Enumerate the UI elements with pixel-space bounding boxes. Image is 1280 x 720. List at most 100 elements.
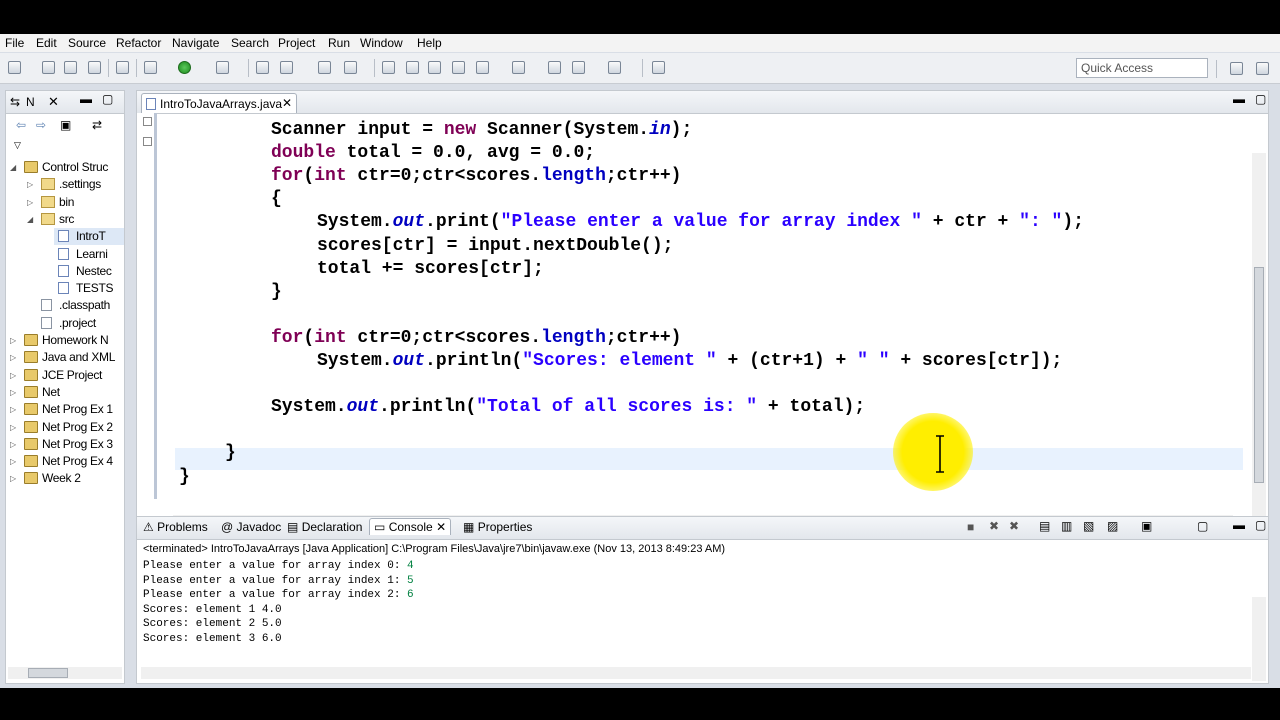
tree-item[interactable]: ▷ bin <box>27 194 124 211</box>
search-icon[interactable] <box>406 61 419 74</box>
show-whitespace-icon[interactable] <box>452 61 465 74</box>
close-icon[interactable]: ✕ <box>436 520 446 534</box>
tree-item[interactable]: IntroT <box>54 228 124 246</box>
debug-icon[interactable] <box>144 61 157 74</box>
collapsed-twistie-icon[interactable]: ▷ <box>10 332 20 349</box>
collapsed-twistie-icon[interactable]: ▷ <box>10 367 20 384</box>
menu-window[interactable]: Window <box>360 36 403 50</box>
tree-item[interactable]: ◢ src <box>27 211 124 228</box>
menu-run[interactable]: Run <box>328 36 350 50</box>
save-icon[interactable] <box>42 61 55 74</box>
menu-navigate[interactable]: Navigate <box>172 36 219 50</box>
run-icon[interactable] <box>178 61 191 74</box>
expanded-twistie-icon[interactable]: ◢ <box>10 159 20 176</box>
tree-item[interactable]: ◢ Control Struc <box>10 159 124 176</box>
tree-item[interactable]: ▷ Net Prog Ex 2 <box>10 419 124 436</box>
external-tools-icon[interactable] <box>216 61 229 74</box>
maximize-icon[interactable]: ▢ <box>1255 518 1266 532</box>
tree-item[interactable]: ▷ JCE Project <box>10 367 124 384</box>
new-class-icon[interactable] <box>318 61 331 74</box>
tree-item[interactable]: ▷ Homework N <box>10 332 124 349</box>
tree-item[interactable]: .project <box>37 315 124 332</box>
package-explorer-tab[interactable]: N <box>26 95 35 109</box>
skip-breakpoints-icon[interactable] <box>116 61 129 74</box>
tree-item[interactable]: ▷ Net Prog Ex 1 <box>10 401 124 418</box>
java-perspective-icon[interactable] <box>1256 62 1269 75</box>
tree-item[interactable]: Nestec <box>54 263 124 280</box>
clear-console-icon[interactable]: ▤ <box>1039 519 1050 533</box>
collapsed-twistie-icon[interactable]: ▷ <box>10 470 20 487</box>
editor-vscroll[interactable] <box>1252 153 1266 517</box>
tree-item[interactable]: ▷ .settings <box>27 176 124 193</box>
minimize-icon[interactable]: ▬ <box>1233 518 1245 532</box>
editor-tab[interactable]: IntroToJavaArrays.java ✕ <box>141 93 297 113</box>
back-icon[interactable] <box>572 61 585 74</box>
pin-editor-icon[interactable] <box>652 61 665 74</box>
console-vscroll[interactable] <box>1252 597 1266 681</box>
tree-item[interactable]: Learni <box>54 246 124 263</box>
last-edit-icon[interactable] <box>548 61 561 74</box>
collapse-all-icon[interactable]: ▣ <box>60 118 71 132</box>
terminate-icon[interactable]: ■ <box>967 520 974 534</box>
expanded-twistie-icon[interactable]: ◢ <box>27 211 37 228</box>
editor-vscroll-thumb[interactable] <box>1254 267 1264 483</box>
tab-console[interactable]: ▭ Console ✕ <box>369 518 452 535</box>
new-icon[interactable] <box>8 61 21 74</box>
collapsed-twistie-icon[interactable]: ▷ <box>10 384 20 401</box>
collapsed-twistie-icon[interactable]: ▷ <box>10 436 20 453</box>
open-perspective-icon[interactable] <box>1230 62 1243 75</box>
console-hscroll[interactable] <box>141 667 1251 679</box>
toggle-mark-icon[interactable] <box>428 61 441 74</box>
tree-item[interactable]: ▷ Net <box>10 384 124 401</box>
forward-icon[interactable]: ⇨ <box>36 118 46 132</box>
menu-project[interactable]: Project <box>278 36 315 50</box>
display-console-icon[interactable]: ▣ <box>1141 519 1152 533</box>
scroll-lock-icon[interactable]: ▥ <box>1061 519 1072 533</box>
menu-help[interactable]: Help <box>417 36 442 50</box>
pin-console-icon[interactable]: ▨ <box>1107 519 1118 533</box>
tab-properties[interactable]: ▦ Properties <box>463 520 532 534</box>
collapsed-twistie-icon[interactable]: ▷ <box>10 349 20 366</box>
close-tab-icon[interactable]: ✕ <box>282 96 292 110</box>
minimize-icon[interactable]: ▬ <box>80 92 92 106</box>
collapsed-twistie-icon[interactable]: ▷ <box>10 419 20 436</box>
minimize-icon[interactable]: ▬ <box>1233 92 1245 106</box>
tab-problems[interactable]: ⚠ Problems <box>143 520 208 534</box>
open-type-icon[interactable] <box>344 61 357 74</box>
new-java-project-icon[interactable] <box>256 61 269 74</box>
console-output[interactable]: Please enter a value for array index 0: … <box>143 559 414 647</box>
maximize-icon[interactable]: ▢ <box>102 92 113 106</box>
menu-file[interactable]: File <box>5 36 24 50</box>
menu-search[interactable]: Search <box>231 36 269 50</box>
new-package-icon[interactable] <box>280 61 293 74</box>
close-icon[interactable]: ✕ <box>48 94 59 110</box>
tree-item[interactable]: ▷ Java and XML <box>10 349 124 366</box>
menu-source[interactable]: Source <box>68 36 106 50</box>
tree-item[interactable]: ▷ Week 2 <box>10 470 124 487</box>
menu-edit[interactable]: Edit <box>36 36 57 50</box>
quick-access-input[interactable]: Quick Access <box>1076 58 1208 78</box>
open-task-icon[interactable] <box>382 61 395 74</box>
tree-hscroll[interactable] <box>8 667 122 679</box>
collapsed-twistie-icon[interactable]: ▷ <box>10 401 20 418</box>
print-icon[interactable] <box>88 61 101 74</box>
next-annotation-icon[interactable] <box>476 61 489 74</box>
tab-javadoc[interactable]: @ Javadoc <box>221 520 281 534</box>
view-menu-icon[interactable]: ▽ <box>14 140 21 151</box>
menu-refactor[interactable]: Refactor <box>116 36 161 50</box>
remove-launch-icon[interactable]: ✖ <box>989 519 999 533</box>
open-console-icon[interactable]: ▢ <box>1197 519 1208 533</box>
back-icon[interactable]: ⇦ <box>16 118 26 132</box>
tree-item[interactable]: ▷ Net Prog Ex 3 <box>10 436 124 453</box>
prev-annotation-icon[interactable] <box>512 61 525 74</box>
tree-item[interactable]: ▷ Net Prog Ex 4 <box>10 453 124 470</box>
remove-all-icon[interactable]: ✖ <box>1009 519 1019 533</box>
link-editor-icon[interactable]: ⇄ <box>92 118 102 132</box>
tab-declaration[interactable]: ▤ Declaration <box>287 520 362 534</box>
collapsed-twistie-icon[interactable]: ▷ <box>27 194 37 211</box>
save-all-icon[interactable] <box>64 61 77 74</box>
forward-icon[interactable] <box>608 61 621 74</box>
tree-item[interactable]: .classpath <box>37 297 124 314</box>
tree-item[interactable]: TESTS <box>54 280 124 297</box>
collapsed-twistie-icon[interactable]: ▷ <box>27 176 37 193</box>
